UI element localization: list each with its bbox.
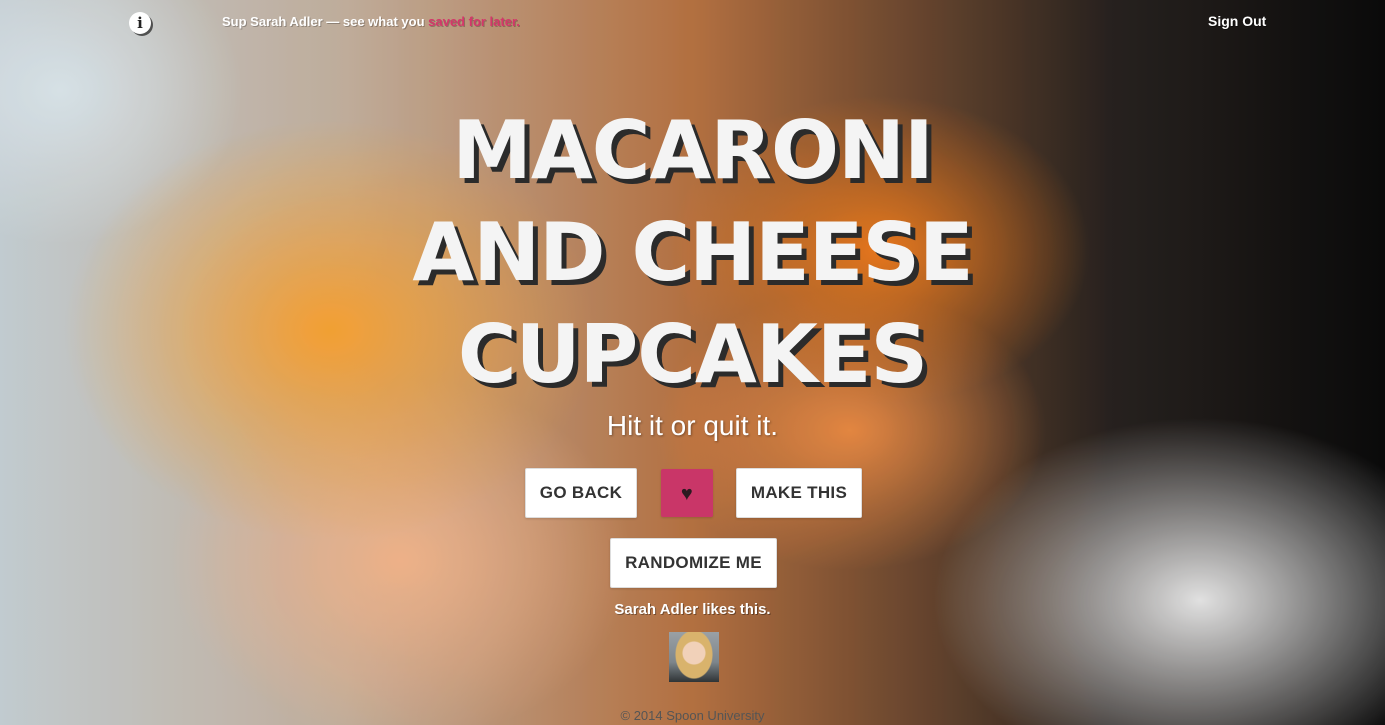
title-line-2: AND CHEESE	[412, 206, 973, 299]
greeting-prefix: Sup Sarah Adler — see what you	[222, 14, 429, 29]
recipe-title: MACARONI AND CHEESE CUPCAKES	[0, 100, 1385, 406]
heart-button[interactable]: ♥	[661, 469, 713, 517]
randomize-button[interactable]: RANDOMIZE ME	[610, 538, 777, 588]
greeting-text: Sup Sarah Adler — see what you saved for…	[222, 14, 520, 29]
top-bar: i Sup Sarah Adler — see what you saved f…	[0, 0, 1385, 46]
title-line-3: CUPCAKES	[457, 308, 928, 401]
title-line-1: MACARONI	[452, 104, 933, 197]
saved-for-later-link[interactable]: saved for later.	[428, 14, 520, 29]
tagline: Hit it or quit it.	[606, 410, 779, 441]
make-this-button[interactable]: MAKE THIS	[736, 468, 862, 518]
sign-out-link[interactable]: Sign Out	[1208, 13, 1266, 29]
heart-icon: ♥	[680, 483, 694, 505]
footer-copyright: © 2014 Spoon University	[620, 708, 765, 723]
likes-text: Sarah Adler likes this.	[614, 601, 771, 618]
go-back-button[interactable]: GO BACK	[525, 468, 637, 518]
avatar[interactable]	[669, 632, 719, 682]
info-icon[interactable]: i	[129, 12, 151, 34]
